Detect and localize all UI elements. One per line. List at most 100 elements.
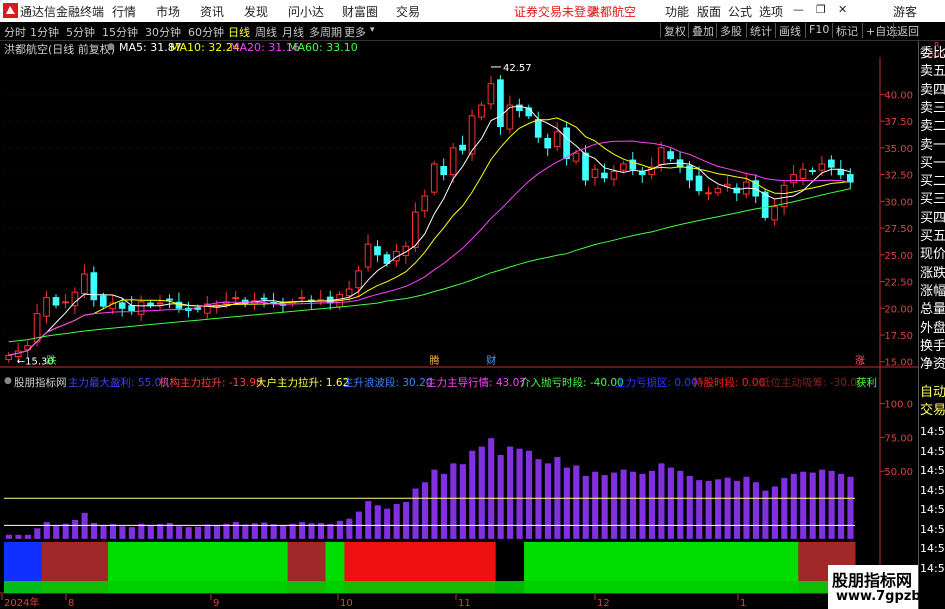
indicator-bar bbox=[147, 525, 154, 539]
indicator-bar bbox=[639, 473, 646, 539]
sidebar-item[interactable]: 买二 bbox=[920, 173, 945, 191]
candle-body bbox=[837, 169, 845, 176]
indicator-bar bbox=[790, 473, 797, 539]
indicator-bar bbox=[828, 470, 835, 539]
indicator-bar bbox=[24, 534, 31, 539]
y-tick-label: 37.50 bbox=[884, 117, 913, 128]
sidebar-item[interactable]: 买四 bbox=[920, 210, 945, 228]
sidebar-item[interactable]: 外盘 bbox=[920, 320, 945, 338]
sidebar-item[interactable]: 换手 bbox=[920, 338, 945, 356]
legend-item: 大户主力拉升: 1.62 bbox=[256, 377, 350, 389]
indicator-bar bbox=[724, 477, 731, 539]
indicator-bar bbox=[535, 459, 542, 539]
sidebar-item[interactable]: 买五 bbox=[920, 228, 945, 246]
indicator-bar bbox=[450, 463, 457, 539]
legend-item: 低位主动吸筹: -30.00 bbox=[760, 377, 864, 389]
sidebar-trade-item[interactable]: 自动 bbox=[920, 384, 945, 402]
indicator-bar bbox=[781, 478, 788, 539]
legend-item: 获利 bbox=[856, 377, 877, 389]
candle-body bbox=[525, 107, 533, 117]
candle-body bbox=[298, 297, 306, 300]
sidebar-item[interactable]: 卖四 bbox=[920, 82, 945, 100]
sidebar-item[interactable]: 总量 bbox=[920, 301, 945, 319]
indicator-bar bbox=[403, 501, 410, 539]
sidebar-item[interactable]: 买三 bbox=[920, 191, 945, 209]
sidebar-item[interactable]: 卖五 bbox=[920, 63, 945, 81]
candle-body bbox=[828, 159, 835, 168]
sidebar-item[interactable]: 现价 bbox=[920, 246, 945, 264]
sidebar-item[interactable]: 委比 bbox=[920, 45, 945, 63]
indicator-name: 股朋指标网 bbox=[14, 377, 67, 389]
indicator-bar bbox=[242, 524, 249, 539]
y-tick-label: 15.00 bbox=[884, 358, 913, 369]
y-tick-label: 22.50 bbox=[884, 278, 913, 289]
candle-body bbox=[345, 288, 353, 297]
candle-body bbox=[487, 83, 495, 105]
indicator-bar bbox=[374, 505, 381, 539]
indicator-bar bbox=[412, 488, 419, 539]
candle-body bbox=[705, 192, 712, 195]
kline-chart[interactable]: 40.00 37.50 35.00 32.50 30.00 27.50 25.00 22.50… bbox=[0, 0, 918, 609]
indicator-bar bbox=[743, 476, 750, 539]
legend-item: 介入抛亏时段: -40.00 bbox=[520, 377, 624, 389]
indicator-bar bbox=[733, 480, 741, 539]
x-axis-label: 9 bbox=[213, 598, 219, 609]
candle-body bbox=[714, 188, 722, 194]
sidebar-time: 14:56 bbox=[920, 542, 945, 555]
candle-body bbox=[99, 295, 107, 307]
sidebar-item[interactable]: 卖二 bbox=[920, 118, 945, 136]
indicator-bar bbox=[346, 518, 353, 539]
candle-body bbox=[430, 163, 438, 193]
sidebar-time: 14:56 bbox=[920, 483, 945, 497]
candle-body bbox=[809, 170, 816, 173]
candle-body bbox=[52, 297, 60, 306]
indicator-bar bbox=[100, 525, 107, 539]
signal-marker: 腾 bbox=[430, 354, 440, 367]
sidebar-item[interactable]: 卖三 bbox=[920, 100, 945, 118]
y-tick-label: 20.00 bbox=[884, 304, 913, 315]
sidebar-time: 14:56 bbox=[920, 464, 945, 477]
indicator-bar bbox=[440, 473, 447, 539]
indicator-bar bbox=[459, 464, 466, 539]
ind-y-tick-label: 100.0 bbox=[884, 400, 913, 411]
indicator-bar bbox=[299, 522, 306, 539]
candle-body bbox=[620, 163, 627, 171]
sidebar-item[interactable]: 卖一 bbox=[920, 137, 945, 155]
ind-y-tick-label: 50.00 bbox=[884, 467, 913, 478]
indicator-bar bbox=[648, 470, 656, 539]
candle-body bbox=[771, 206, 778, 221]
candle-body bbox=[572, 152, 580, 162]
indicator-bar bbox=[195, 526, 202, 539]
indicator-bar bbox=[611, 472, 618, 539]
sidebar-item[interactable]: 涨跌 bbox=[920, 265, 945, 283]
indicator-bar bbox=[270, 524, 277, 539]
indicator-bar bbox=[327, 524, 334, 539]
indicator-bar bbox=[497, 454, 504, 539]
indicator-settings-icon[interactable]: ● bbox=[4, 376, 12, 386]
y-tick-label: 17.50 bbox=[884, 331, 913, 342]
indicator-bar bbox=[34, 528, 41, 539]
indicator-bar bbox=[582, 475, 589, 539]
indicator-bar bbox=[157, 524, 164, 539]
signal-marker: 涨 bbox=[855, 355, 865, 367]
indicator-bar bbox=[185, 527, 192, 539]
indicator-bar bbox=[563, 467, 570, 539]
sidebar-time: 14:56 bbox=[920, 425, 945, 438]
candle-body bbox=[534, 119, 542, 138]
candle-body bbox=[544, 137, 552, 149]
sidebar-time: 14:56 bbox=[920, 522, 945, 536]
sidebar-item[interactable]: 买一 bbox=[920, 155, 945, 173]
indicator-bar bbox=[15, 534, 22, 539]
high-label: 42.57 bbox=[503, 63, 532, 74]
ma60-line bbox=[8, 188, 851, 343]
sidebar-trade-item[interactable]: 交易 bbox=[920, 402, 945, 420]
indicator-bar bbox=[119, 526, 126, 539]
sidebar-item[interactable]: 净资 bbox=[920, 356, 945, 374]
indicator-bar bbox=[109, 524, 117, 539]
candle-body bbox=[81, 273, 88, 295]
candle-body bbox=[846, 174, 854, 183]
sidebar-item[interactable]: 涨幅 bbox=[920, 283, 945, 301]
indicator-bar bbox=[421, 482, 429, 539]
candle-body bbox=[5, 354, 13, 361]
x-axis-label: 1 bbox=[740, 598, 746, 609]
